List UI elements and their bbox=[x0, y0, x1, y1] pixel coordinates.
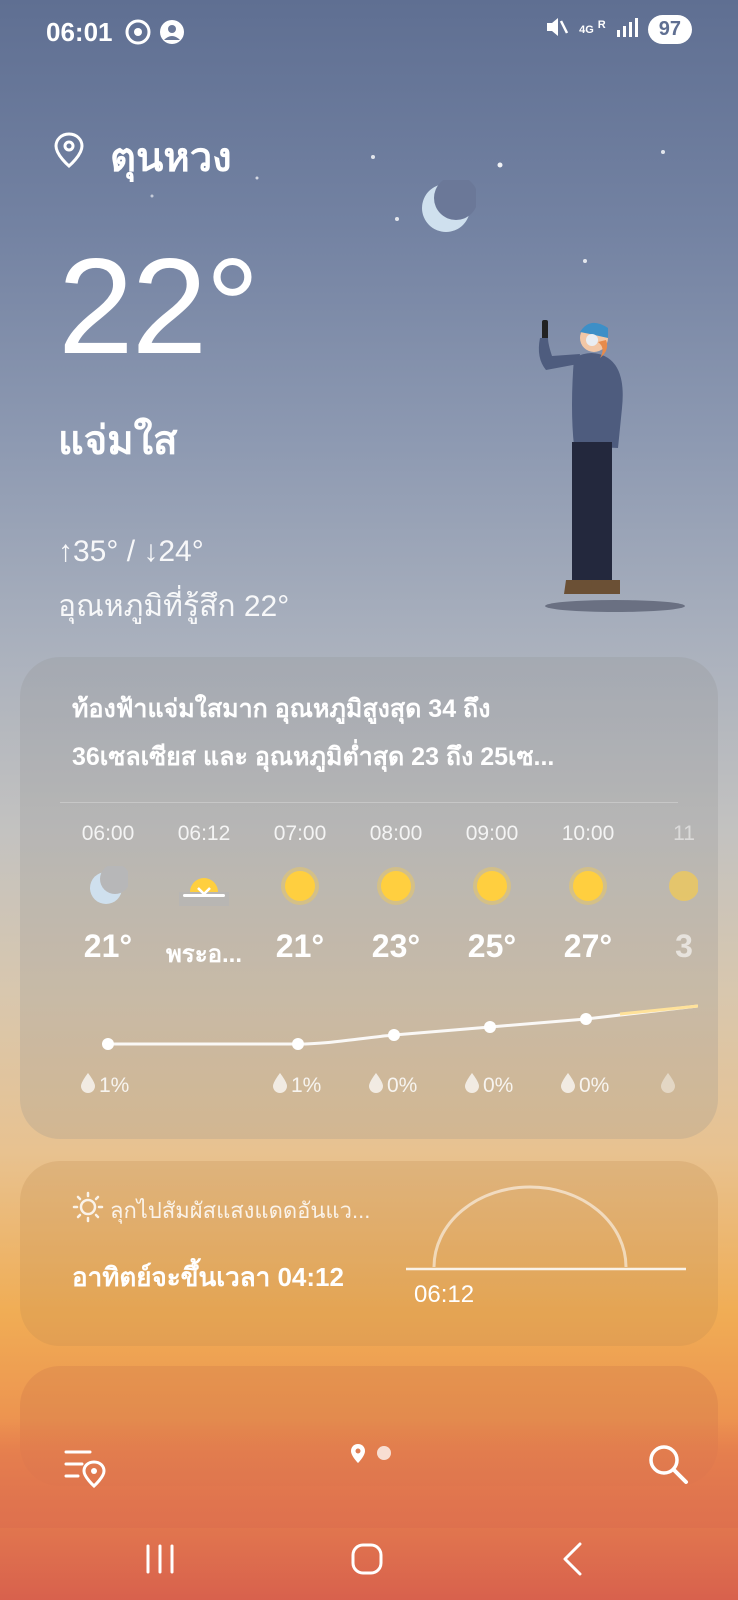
hour-temp: 21° bbox=[275, 928, 325, 964]
raindrop-icon bbox=[464, 1072, 480, 1100]
current-condition: แจ่มใส bbox=[58, 419, 178, 463]
trend-point bbox=[580, 1013, 592, 1025]
hour-item: 06:12 พระอ... bbox=[156, 822, 252, 973]
person-illustration bbox=[530, 318, 700, 623]
back-icon[interactable] bbox=[560, 1542, 584, 1581]
app-notification-icon bbox=[124, 18, 152, 51]
raindrop-icon bbox=[80, 1072, 96, 1100]
feels-like-temperature: อุณหภูมิที่รู้สึก 22° bbox=[58, 590, 290, 623]
trend-point bbox=[102, 1038, 114, 1050]
trend-point bbox=[388, 1029, 400, 1041]
hour-item: 08:00 23° bbox=[348, 822, 444, 965]
sunrise-icon bbox=[179, 866, 229, 911]
moon-icon bbox=[88, 863, 130, 911]
hour-time: 07:00 bbox=[273, 822, 327, 845]
precip-value: 1% bbox=[291, 1074, 322, 1097]
signal-icon bbox=[616, 16, 638, 43]
sun-icon bbox=[568, 866, 608, 911]
bottom-navigation bbox=[0, 1418, 738, 1528]
raindrop-icon bbox=[660, 1072, 676, 1100]
search-icon[interactable] bbox=[646, 1442, 690, 1491]
hour-temp: 27° bbox=[563, 928, 613, 964]
hour-time: 10:00 bbox=[561, 822, 615, 845]
system-navigation-bar bbox=[0, 1520, 738, 1600]
sunrise-card[interactable]: ลุกไปสัมผัสแสงแดดอันแว... อาทิตย์จะขึ้นเ… bbox=[20, 1161, 718, 1346]
hour-time: 06:12 bbox=[177, 822, 231, 845]
hour-label: พระอ... bbox=[165, 941, 243, 968]
hour-time: 06:00 bbox=[81, 822, 135, 845]
hour-temp: 23° bbox=[371, 928, 421, 964]
account-icon bbox=[158, 18, 186, 51]
status-time: 06:01 bbox=[46, 17, 113, 47]
summary-line-2: 36เซลเซียส และ อุณหภูมิต่ำสุด 23 ถึง 25เ… bbox=[72, 743, 555, 771]
hour-temp: 25° bbox=[467, 928, 517, 964]
sun-icon bbox=[664, 866, 698, 911]
home-icon[interactable] bbox=[350, 1542, 384, 1581]
precip-item: 1% bbox=[80, 1072, 129, 1100]
precip-value: 0% bbox=[579, 1074, 610, 1097]
hour-time: 08:00 bbox=[369, 822, 423, 845]
precip-item: 0% bbox=[464, 1072, 513, 1100]
precip-item: 1% bbox=[272, 1072, 321, 1100]
status-icons: 4G R 97 bbox=[543, 14, 692, 45]
forecast-summary: ท้องฟ้าแจ่มใสมาก อุณหภูมิสูงสุด 34 ถึง 3… bbox=[72, 685, 672, 781]
hour-item: 10:00 27° bbox=[540, 822, 636, 965]
sun-hint: ลุกไปสัมผัสแสงแดดอันแว... bbox=[72, 1191, 370, 1229]
hourly-list[interactable]: 06:00 21° 06:12 พระอ... 07:00 21° 08:00 bbox=[60, 822, 698, 1122]
sun-outline-icon bbox=[72, 1191, 104, 1229]
high-low-temperature: ↑35° / ↓24° bbox=[58, 535, 204, 568]
precip-item: 0% bbox=[368, 1072, 417, 1100]
current-temperature: 22° bbox=[58, 230, 260, 382]
location-name[interactable]: ตุนหวง bbox=[110, 125, 232, 189]
sun-icon bbox=[472, 866, 512, 911]
precip-item bbox=[660, 1072, 676, 1100]
temperature-trend-line bbox=[102, 1004, 698, 1050]
hour-temp: 21° bbox=[83, 928, 133, 964]
precip-value: 1% bbox=[99, 1074, 130, 1097]
sun-hint-text: ลุกไปสัมผัสแสงแดดอันแว... bbox=[110, 1197, 371, 1223]
hour-time: 11 bbox=[673, 822, 695, 845]
hour-item: 11 3 bbox=[636, 822, 698, 965]
location-pin-icon bbox=[54, 132, 84, 173]
trend-point bbox=[484, 1021, 496, 1033]
sunrise-time: 06:12 bbox=[414, 1281, 475, 1308]
hour-temp: 3 bbox=[675, 928, 693, 964]
roaming-indicator: R bbox=[597, 18, 606, 31]
precip-value: 0% bbox=[483, 1074, 514, 1097]
summary-line-1: ท้องฟ้าแจ่มใสมาก อุณหภูมิสูงสุด 34 ถึง bbox=[72, 695, 491, 723]
trend-point bbox=[292, 1038, 304, 1050]
hourly-forecast-card[interactable]: ท้องฟ้าแจ่มใสมาก อุณหภูมิสูงสุด 34 ถึง 3… bbox=[20, 657, 718, 1139]
page-indicator bbox=[350, 1442, 396, 1471]
network-type: 4G bbox=[579, 23, 594, 36]
location-list-icon[interactable] bbox=[62, 1444, 106, 1493]
hour-item: 07:00 21° bbox=[252, 822, 348, 965]
divider bbox=[60, 802, 678, 803]
moon-illustration bbox=[420, 176, 478, 241]
raindrop-icon bbox=[368, 1072, 384, 1100]
battery-badge: 97 bbox=[647, 15, 692, 44]
raindrop-icon bbox=[272, 1072, 288, 1100]
hour-item: 09:00 25° bbox=[444, 822, 540, 965]
hour-item: 06:00 21° bbox=[60, 822, 156, 965]
precip-value: 0% bbox=[387, 1074, 418, 1097]
sun-arc bbox=[406, 1185, 686, 1271]
sun-icon bbox=[376, 866, 416, 911]
precip-item: 0% bbox=[560, 1072, 609, 1100]
hour-time: 09:00 bbox=[465, 822, 519, 845]
mute-icon bbox=[543, 14, 569, 45]
sunrise-title: อาทิตย์จะขึ้นเวลา 04:12 bbox=[72, 1262, 344, 1292]
recent-apps-icon[interactable] bbox=[144, 1544, 176, 1579]
sun-icon bbox=[280, 866, 320, 911]
raindrop-icon bbox=[560, 1072, 576, 1100]
